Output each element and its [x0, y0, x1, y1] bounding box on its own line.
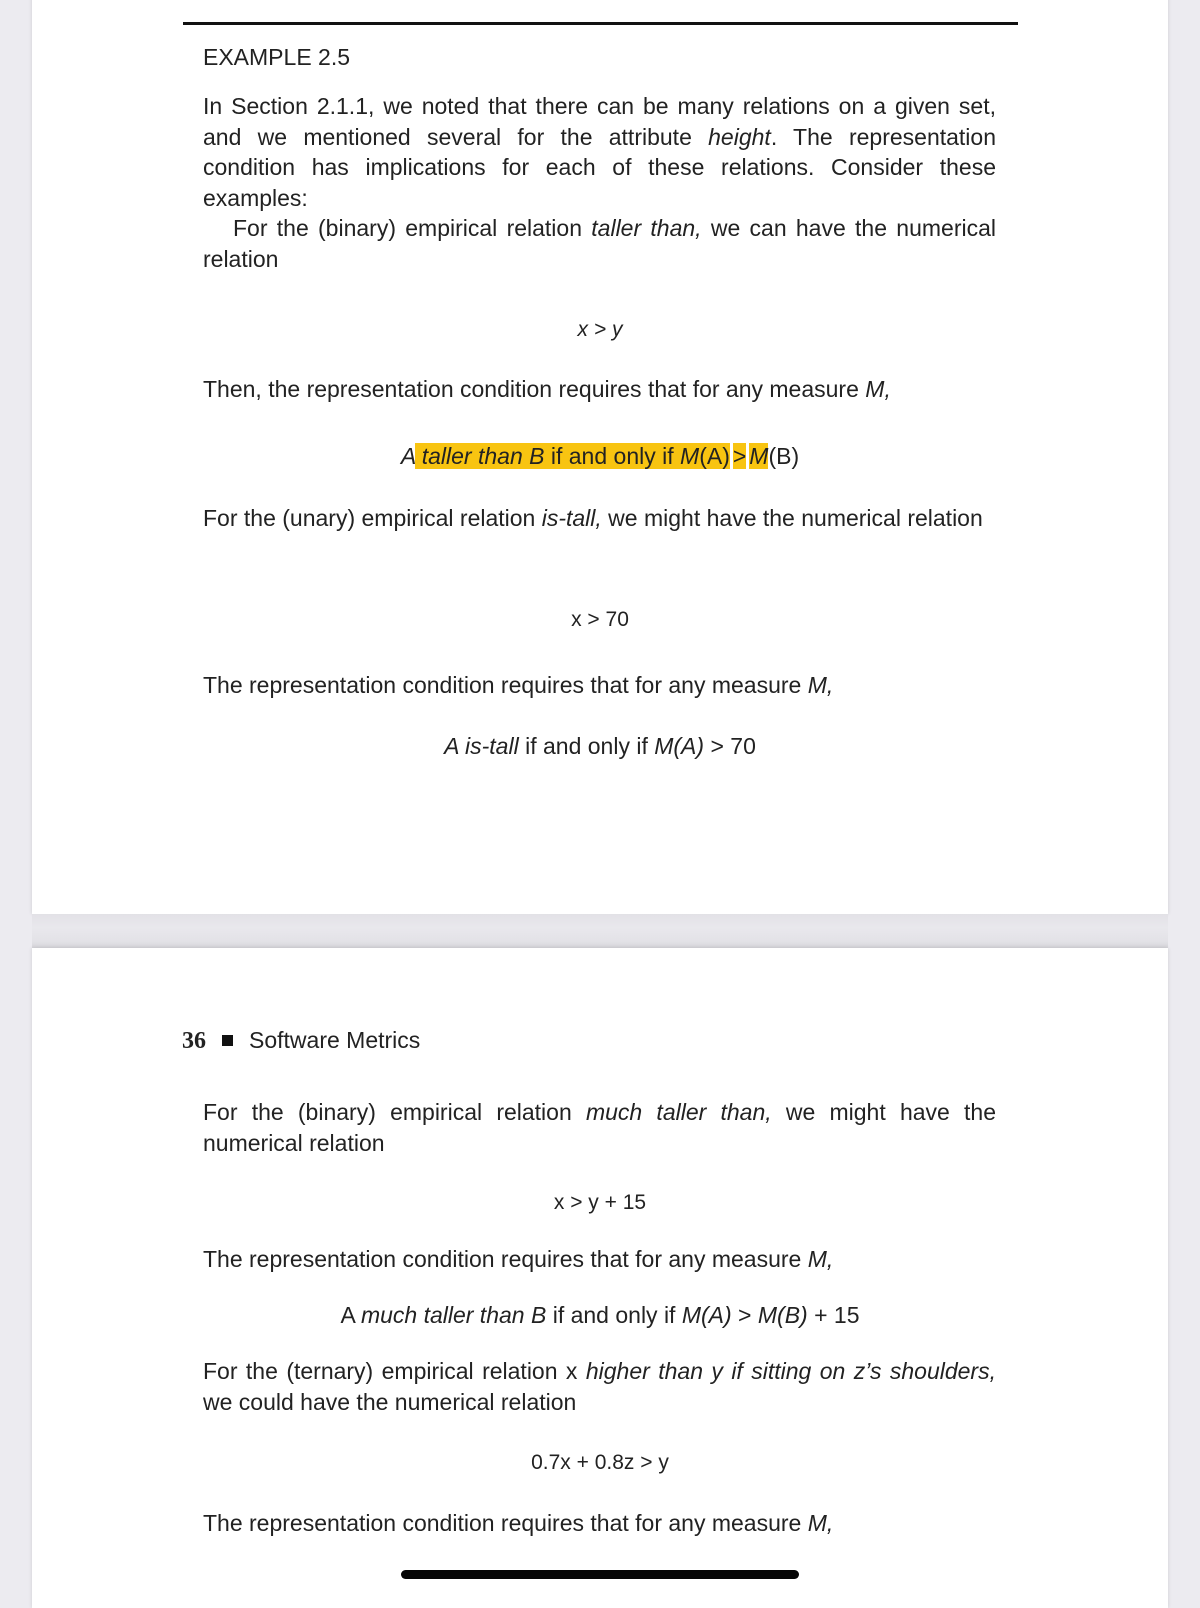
formula-x-gt-70: x > 70	[571, 608, 629, 631]
then-condition-text: Then, the representation condition requi…	[203, 376, 891, 402]
binary-relation-paragraph: For the (binary) empirical relation tall…	[203, 215, 996, 272]
highlight-segment[interactable]: >	[732, 443, 747, 469]
highlighted-condition-line[interactable]: A taller than B if and only if M(A) > M(B)	[0, 441, 1200, 471]
formula-x-gt-y: x > y	[577, 318, 623, 341]
formula-ternary: 0.7x + 0.8z > y	[531, 1451, 669, 1474]
highlight-segment[interactable]: taller than B if and only if M(A)	[415, 443, 730, 469]
page-number: 36	[182, 1028, 206, 1054]
formula-x-gt-y-plus-15: x > y + 15	[553, 1191, 647, 1214]
representation-condition-text-3: The representation condition requires th…	[203, 1510, 834, 1536]
representation-condition-text-2: The representation condition requires th…	[203, 1246, 834, 1272]
section-rule	[183, 22, 1018, 25]
representation-condition-text: The representation condition requires th…	[203, 672, 834, 698]
square-bullet-icon	[222, 1034, 233, 1046]
is-tall-condition-line: A is-tall if and only if M(A) > 70	[444, 733, 756, 759]
example-heading: EXAMPLE 2.5	[203, 44, 351, 70]
running-header: 36 Software Metrics	[182, 1025, 420, 1056]
much-taller-paragraph: For the (binary) empirical relation much…	[203, 1099, 997, 1156]
unary-relation-paragraph: For the (unary) empirical relation is-ta…	[203, 505, 983, 531]
running-title: Software Metrics	[249, 1027, 421, 1053]
highlight-segment[interactable]: M	[749, 443, 769, 469]
home-indicator-bar[interactable]	[401, 1570, 799, 1579]
intro-paragraph: In Section 2.1.1, we noted that there ca…	[203, 93, 996, 211]
much-taller-condition-line: A much taller than B if and only if M(A)…	[340, 1302, 860, 1328]
ternary-relation-paragraph: For the (ternary) empirical relation x h…	[203, 1358, 996, 1415]
page-separator	[32, 914, 1168, 948]
